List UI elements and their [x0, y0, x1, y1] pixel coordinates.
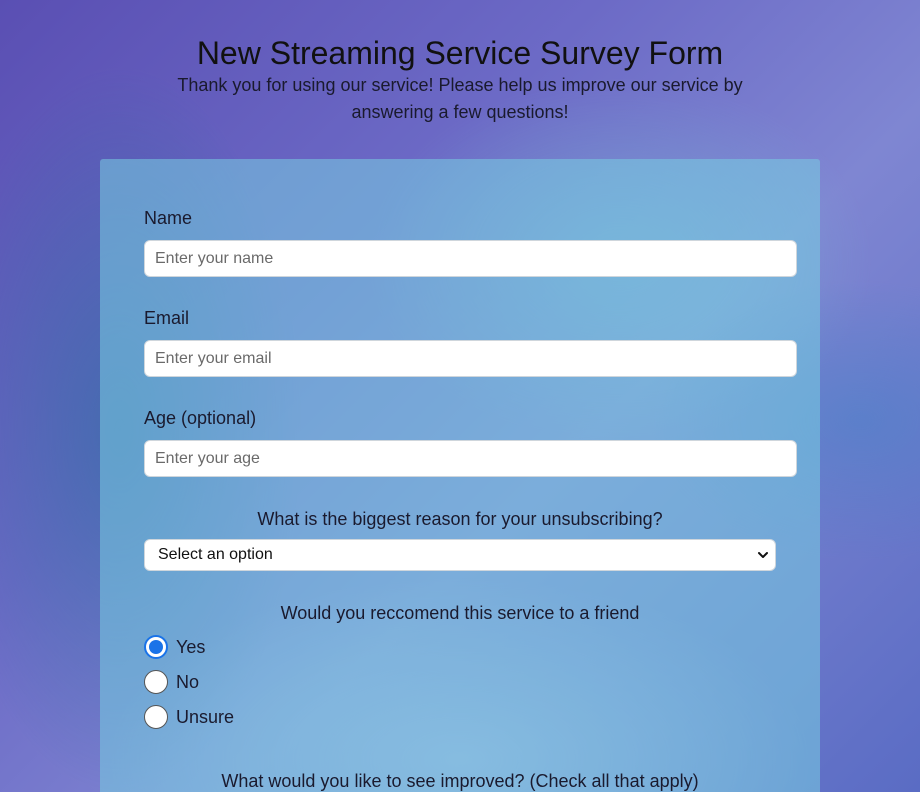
email-label: Email [144, 308, 190, 328]
radio-unsure[interactable] [144, 705, 168, 729]
radio-yes[interactable] [144, 635, 168, 659]
email-field-group: Email [144, 307, 797, 377]
name-input[interactable] [144, 240, 797, 277]
age-field-group: Age (optional) [144, 407, 797, 477]
reason-selected-value: Select an option [158, 546, 273, 563]
age-label: Age (optional) [144, 408, 257, 428]
reason-dropdown[interactable]: Select an option [144, 539, 776, 571]
age-input[interactable] [144, 440, 797, 477]
chevron-down-icon [758, 552, 768, 558]
page-title: New Streaming Service Survey Form [196, 35, 724, 71]
name-field-group: Name [144, 207, 797, 277]
survey-header: New Streaming Service Survey Form Thank … [0, 0, 920, 126]
recommend-option-unsure[interactable]: Unsure [144, 705, 234, 729]
name-label: Name [144, 208, 193, 228]
radio-no-label: No [176, 671, 200, 692]
recommend-question: Would you reccomend this service to a fr… [280, 603, 640, 623]
recommend-option-no[interactable]: No [144, 670, 199, 694]
recommend-option-yes[interactable]: Yes [144, 635, 205, 659]
radio-yes-label: Yes [176, 636, 206, 657]
radio-unsure-label: Unsure [176, 706, 235, 727]
email-input[interactable] [144, 340, 797, 377]
survey-form: Name Email Age (optional) What is the bi… [100, 159, 820, 792]
reason-question: What is the biggest reason for your unsu… [257, 509, 663, 529]
page-description: Thank you for using our service! Please … [177, 75, 743, 122]
radio-no[interactable] [144, 670, 168, 694]
improve-question: What would you like to see improved? (Ch… [221, 771, 699, 791]
